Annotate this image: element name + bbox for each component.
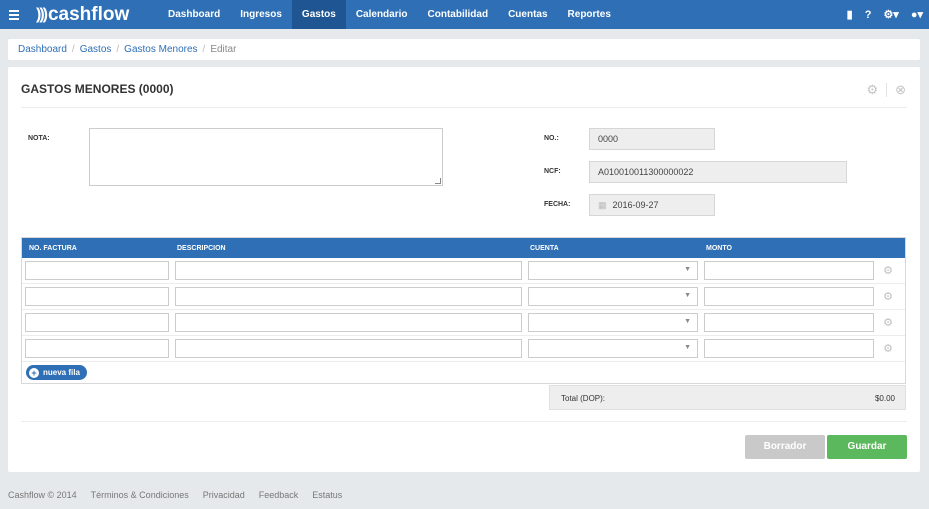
help-icon[interactable]: ? bbox=[859, 9, 878, 21]
page-title: GASTOS MENORES (0000) bbox=[21, 82, 174, 96]
breadcrumb-gastos-menores[interactable]: Gastos Menores bbox=[124, 44, 197, 55]
row-settings-icon[interactable]: ⚙ bbox=[883, 316, 893, 329]
nav-item-gastos[interactable]: Gastos bbox=[291, 0, 346, 29]
draft-button[interactable]: Borrador bbox=[745, 435, 825, 459]
col-no-factura: NO. FACTURA bbox=[29, 245, 77, 252]
calendar-icon: ▦ bbox=[598, 200, 607, 210]
footer: Cashflow © 2014 Términos & Condiciones P… bbox=[8, 490, 356, 500]
no-factura-input[interactable] bbox=[25, 313, 169, 332]
row-settings-icon[interactable]: ⚙ bbox=[883, 290, 893, 303]
fecha-value: 2016-09-27 bbox=[612, 200, 659, 210]
breadcrumb-gastos[interactable]: Gastos bbox=[80, 44, 112, 55]
chevron-down-icon: ▼ bbox=[684, 266, 691, 273]
chevron-down-icon: ▼ bbox=[684, 292, 691, 299]
brand-logo[interactable]: ))) cashflow bbox=[36, 4, 149, 26]
no-factura-input[interactable] bbox=[25, 261, 169, 280]
top-navbar: ))) cashflow Dashboard Ingresos Gastos C… bbox=[0, 0, 929, 29]
folder-icon[interactable]: ▮ bbox=[841, 8, 859, 21]
footer-link-terminos[interactable]: Términos & Condiciones bbox=[91, 490, 189, 500]
nav-right-tools: ▮ ? ⚙▾ ●▾ bbox=[841, 0, 929, 29]
save-button[interactable]: Guardar bbox=[827, 435, 907, 459]
total-value: $0.00 bbox=[874, 394, 895, 403]
settings-icon[interactable]: ⚙▾ bbox=[877, 8, 904, 21]
breadcrumb-dashboard[interactable]: Dashboard bbox=[18, 44, 67, 55]
chevron-down-icon: ▼ bbox=[684, 344, 691, 351]
panel-settings-icon[interactable]: ⚙ bbox=[866, 82, 878, 98]
col-monto: MONTO bbox=[706, 245, 732, 252]
col-descripcion: DESCRIPCION bbox=[177, 245, 226, 252]
descripcion-input[interactable] bbox=[175, 339, 522, 358]
panel-tools: ⚙ ⊗ bbox=[866, 82, 906, 98]
ncf-field: A010010011300000022 bbox=[589, 161, 847, 183]
row-settings-icon[interactable]: ⚙ bbox=[883, 264, 893, 277]
col-cuenta: CUENTA bbox=[530, 245, 559, 252]
monto-input[interactable] bbox=[704, 261, 874, 280]
no-factura-input[interactable] bbox=[25, 339, 169, 358]
expense-form-panel: GASTOS MENORES (0000) ⚙ ⊗ NOTA: NO.: 000… bbox=[8, 67, 920, 472]
add-row-label: nueva fila bbox=[43, 368, 80, 377]
nav-item-cuentas[interactable]: Cuentas bbox=[498, 0, 557, 29]
nav-item-reportes[interactable]: Reportes bbox=[558, 0, 621, 29]
nav-item-ingresos[interactable]: Ingresos bbox=[230, 0, 292, 29]
divider bbox=[21, 107, 907, 108]
nota-textarea[interactable] bbox=[89, 128, 443, 186]
close-icon[interactable]: ⊗ bbox=[895, 82, 906, 98]
breadcrumb-separator: / bbox=[202, 44, 206, 55]
descripcion-input[interactable] bbox=[175, 313, 522, 332]
main-nav: Dashboard Ingresos Gastos Calendario Con… bbox=[158, 0, 621, 29]
footer-copyright: Cashflow © 2014 bbox=[8, 490, 77, 500]
footer-link-feedback[interactable]: Feedback bbox=[259, 490, 299, 500]
divider bbox=[21, 421, 907, 422]
footer-link-estatus[interactable]: Estatus bbox=[312, 490, 342, 500]
footer-link-privacidad[interactable]: Privacidad bbox=[203, 490, 245, 500]
breadcrumb-separator: / bbox=[71, 44, 75, 55]
brand-name: cashflow bbox=[47, 3, 130, 25]
nav-item-dashboard[interactable]: Dashboard bbox=[158, 0, 230, 29]
cuenta-select[interactable]: ▼ bbox=[528, 313, 698, 332]
monto-input[interactable] bbox=[704, 287, 874, 306]
breadcrumb-separator: / bbox=[116, 44, 120, 55]
resize-handle[interactable] bbox=[435, 178, 441, 184]
row-settings-icon[interactable]: ⚙ bbox=[883, 342, 893, 355]
monto-input[interactable] bbox=[704, 339, 874, 358]
fecha-field[interactable]: ▦ 2016-09-27 bbox=[589, 194, 715, 216]
breadcrumb: Dashboard / Gastos / Gastos Menores / Ed… bbox=[8, 39, 920, 60]
cuenta-select[interactable]: ▼ bbox=[528, 339, 698, 358]
fecha-label: FECHA: bbox=[544, 201, 571, 208]
menu-icon[interactable] bbox=[0, 0, 28, 29]
ncf-label: NCF: bbox=[544, 168, 561, 175]
no-field: 0000 bbox=[589, 128, 715, 150]
nota-label: NOTA: bbox=[28, 135, 50, 142]
descripcion-input[interactable] bbox=[175, 287, 522, 306]
cuenta-select[interactable]: ▼ bbox=[528, 261, 698, 280]
breadcrumb-current: Editar bbox=[210, 44, 237, 55]
table-row: ▼ ⚙ bbox=[22, 310, 905, 336]
divider bbox=[886, 83, 888, 97]
table-row: ▼ ⚙ bbox=[22, 258, 905, 284]
no-label: NO.: bbox=[544, 135, 559, 142]
table-row: ▼ ⚙ bbox=[22, 336, 905, 362]
monto-input[interactable] bbox=[704, 313, 874, 332]
line-items-table: NO. FACTURA DESCRIPCION CUENTA MONTO ▼ ⚙… bbox=[21, 237, 906, 384]
total-box: Total (DOP): $0.00 bbox=[549, 385, 906, 410]
no-factura-input[interactable] bbox=[25, 287, 169, 306]
plus-icon: + bbox=[29, 367, 39, 378]
add-row-button[interactable]: + nueva fila bbox=[26, 365, 87, 380]
table-row: ▼ ⚙ bbox=[22, 284, 905, 310]
table-header: NO. FACTURA DESCRIPCION CUENTA MONTO bbox=[22, 238, 905, 258]
nav-item-calendario[interactable]: Calendario bbox=[346, 0, 418, 29]
chevron-down-icon: ▼ bbox=[684, 318, 691, 325]
user-icon[interactable]: ●▾ bbox=[905, 8, 929, 21]
total-label: Total (DOP): bbox=[561, 394, 606, 403]
descripcion-input[interactable] bbox=[175, 261, 522, 280]
cashflow-logo-icon: ))) bbox=[36, 5, 48, 23]
cuenta-select[interactable]: ▼ bbox=[528, 287, 698, 306]
nav-item-contabilidad[interactable]: Contabilidad bbox=[418, 0, 499, 29]
